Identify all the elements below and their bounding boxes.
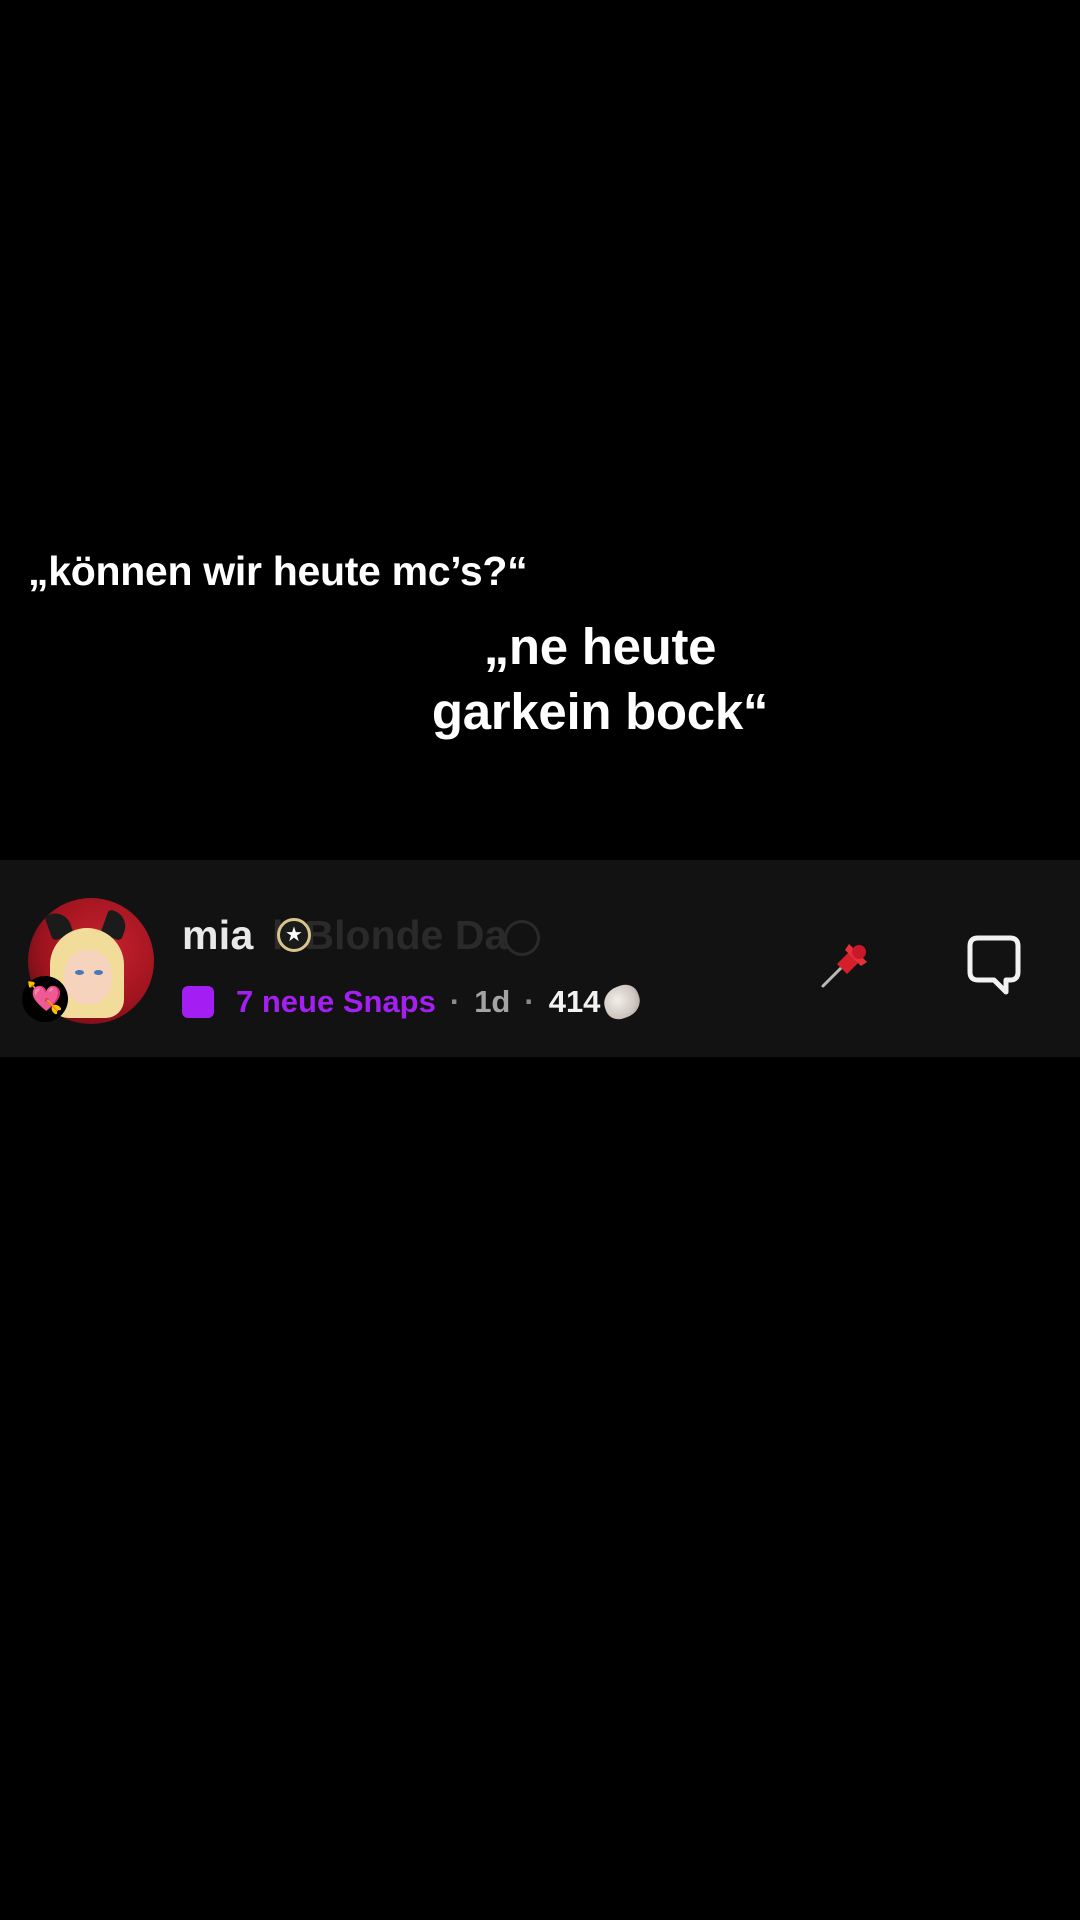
- shell-icon: [600, 980, 645, 1024]
- avatar-eye-left: [75, 970, 84, 975]
- contact-name: mia: [182, 912, 254, 958]
- time-label: 1d: [474, 984, 511, 1019]
- chat-bubble-icon[interactable]: [966, 934, 1022, 996]
- avatar-eye-right: [94, 970, 103, 975]
- snap-indicator-icon: [182, 986, 214, 1018]
- chat-status-line: 7 neue Snaps · 1d · 414: [182, 980, 645, 1024]
- avatar-face: [64, 950, 112, 1004]
- friend-emoji-badge: 💘: [22, 976, 68, 1022]
- overlay-caption-question: „können wir heute mc’s?“: [28, 548, 528, 594]
- separator-dot: ·: [524, 984, 535, 1019]
- star-badge-icon: ★: [277, 918, 311, 952]
- streak-count: 414: [548, 984, 601, 1019]
- chat-list-row[interactable]: 💘 l' Blonde Da mia ★ 7 neue Snaps · 1d ·…: [0, 860, 1080, 1057]
- new-snaps-label: 7 neue Snaps: [236, 984, 436, 1019]
- pin-icon[interactable]: [815, 934, 875, 994]
- separator-dot: ·: [449, 984, 461, 1019]
- ghost-star-badge-icon: [504, 920, 540, 956]
- overlay-caption-answer: „ne heute garkein bock“: [431, 618, 769, 740]
